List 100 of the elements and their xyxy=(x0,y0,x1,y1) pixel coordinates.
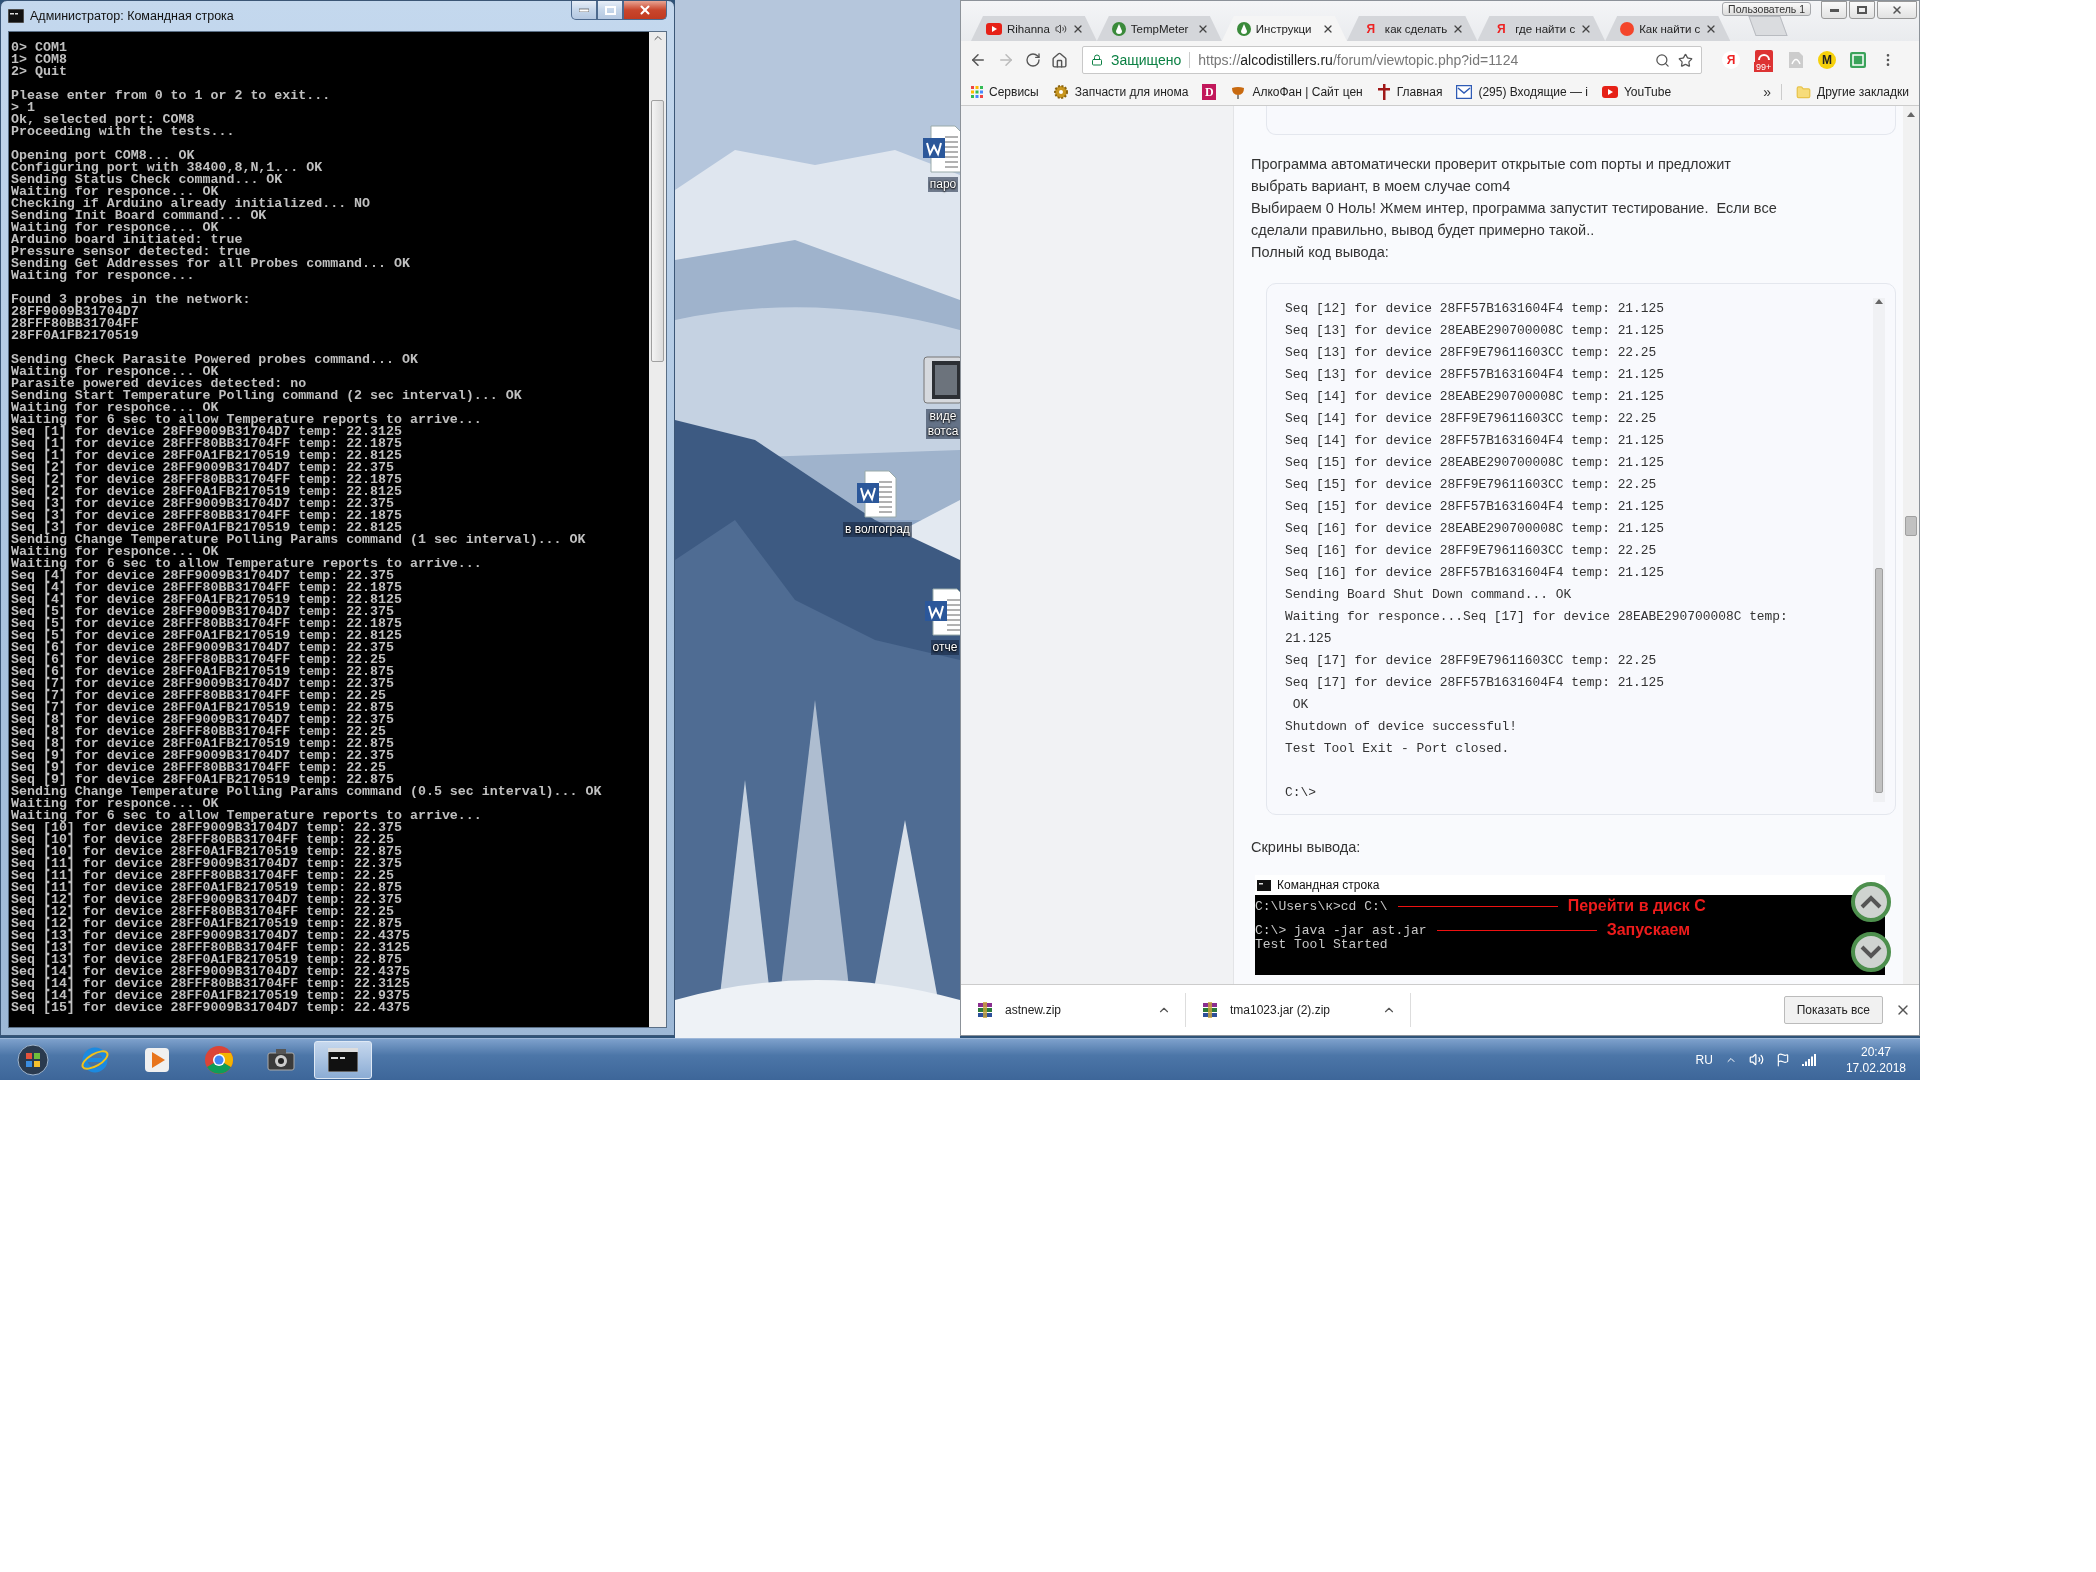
play-icon xyxy=(143,1045,171,1074)
document-icon[interactable] xyxy=(923,125,960,173)
extension-button[interactable]: M xyxy=(1818,51,1836,69)
scrollbar[interactable] xyxy=(1873,298,1885,802)
star-icon[interactable] xyxy=(1678,52,1693,68)
clock[interactable]: 20:47 17.02.2018 xyxy=(1845,1043,1906,1076)
browser-tab[interactable]: TempMeter xyxy=(1096,16,1222,41)
code-line: Seq [15] for device 28FF57B1631604F4 temp: 21.125 xyxy=(1285,498,1665,516)
tab-title: Как найти с xyxy=(1639,22,1701,35)
address-field[interactable]: Защищено https://alcodistillers.ru/forum/viewtopic.php?id=1124 xyxy=(1082,46,1702,74)
console-line: Seq [14] for device 28FF0A1FB2170519 temp: 22.9375 xyxy=(11,990,410,1002)
window-title: Администратор: Командная строка xyxy=(30,9,234,23)
console-line: Proceeding with the tests... xyxy=(11,126,235,138)
signal-icon[interactable] xyxy=(1801,1053,1816,1066)
tab-title: где найти с xyxy=(1515,22,1576,35)
profile-button[interactable]: Пользователь 1 xyxy=(1722,2,1811,16)
code-line: C:\> xyxy=(1285,784,1316,802)
bookmark[interactable]: Другие закладки xyxy=(1817,85,1909,99)
console-line: Seq [12] for device 28FF0A1FB2170519 temp: 22.875 xyxy=(11,918,402,930)
reload-icon[interactable] xyxy=(1025,52,1041,68)
code-line: Seq [15] for device 28EABE290700008C temp: 21.125 xyxy=(1285,454,1665,472)
language-indicator[interactable]: RU xyxy=(1695,1052,1713,1067)
minimize-button[interactable] xyxy=(571,1,597,20)
console-line: C:\> java -jar ast.jar xyxy=(1255,922,1427,938)
console-line: Sending Change Temperature Polling Params command (0.5 sec interval)... OK xyxy=(11,786,602,798)
console-line: Seq [13] for device 28FF0A1FB2170519 temp: 22.875 xyxy=(11,954,402,966)
bookmark[interactable]: АлкоФан | Сайт цен xyxy=(1252,85,1363,99)
document-icon[interactable] xyxy=(925,588,960,636)
annotation: Перейти в диск С xyxy=(1567,897,1706,915)
console-line: > 1 xyxy=(11,102,35,114)
drop-logo-icon xyxy=(1236,21,1251,36)
home-icon[interactable] xyxy=(1051,51,1068,69)
console-line: Seq [10] for device 28FF0A1FB2170519 temp: 22.875 xyxy=(11,846,402,858)
download-item[interactable]: astnew.zip xyxy=(961,993,1186,1027)
bookmark[interactable]: Главная xyxy=(1396,85,1443,99)
console-line: Seq [9] for device 28FFF80BB31704FF temp: 22.25 xyxy=(11,762,387,774)
code-line: Waiting for responce...Seq [17] for device 28EABE290700008C temp: xyxy=(1285,608,1788,626)
close-icon xyxy=(1891,4,1903,16)
code-line: Seq [13] for device 28FF57B1631604F4 temp: 21.125 xyxy=(1285,366,1665,384)
browser-tab[interactable]: Как найти с xyxy=(1605,16,1731,41)
minimize-icon xyxy=(579,8,589,12)
console-line: Seq [14] for device 28FF9009B31704D7 temp: 22.4375 xyxy=(11,966,410,978)
document-icon[interactable] xyxy=(857,470,898,518)
browser-tab[interactable]: Rihanna xyxy=(971,16,1097,41)
scroll-thumb[interactable] xyxy=(1875,568,1883,793)
code-line: OK xyxy=(1291,696,1309,714)
console-line: Seq [3] for device 28FF0A1FB2170519 temp: 22.8125 xyxy=(11,522,402,534)
scrollbar[interactable] xyxy=(1903,106,1919,984)
arrow-up-icon[interactable] xyxy=(1875,298,1883,304)
close-button[interactable] xyxy=(623,1,667,20)
browser-tab[interactable]: Инструкци xyxy=(1221,16,1347,41)
security-label: Защищено xyxy=(1111,52,1191,68)
speaker-icon[interactable] xyxy=(1748,1052,1764,1067)
bookmark[interactable]: YouTube xyxy=(1623,85,1672,99)
console-line: 28FFF80BB31704FF xyxy=(11,318,139,330)
browser-tab[interactable]: Я как сделать xyxy=(1346,16,1478,41)
bookmark[interactable]: Запчасти для инома xyxy=(1074,85,1189,99)
maximize-button[interactable] xyxy=(1849,1,1875,19)
arrow-up-icon[interactable] xyxy=(1907,111,1915,117)
zoom-icon[interactable] xyxy=(1655,52,1670,68)
extension-button[interactable]: Я xyxy=(1722,51,1740,69)
terminal-icon xyxy=(328,1047,358,1072)
console-line: Seq [8] for device 28FF0A1FB2170519 temp: 22.875 xyxy=(11,738,394,750)
console-line: Waiting for 6 sec to allow Temperature reports to arrive... xyxy=(11,558,482,570)
scroll-thumb[interactable] xyxy=(651,100,664,362)
console-line: Seq [5] for device 28FF0A1FB2170519 temp: 22.8125 xyxy=(11,630,402,642)
icon-label: в волгоград xyxy=(843,522,912,537)
taskbar-button[interactable] xyxy=(314,1040,372,1079)
maximize-icon xyxy=(604,5,616,15)
speaker-icon[interactable] xyxy=(1054,22,1067,35)
console-line: Seq [8] for device 28FF9009B31704D7 temp: 22.375 xyxy=(11,714,394,726)
chevron-down-icon xyxy=(1860,945,1882,959)
play-logo-icon xyxy=(986,22,1002,35)
console-line: Please enter from 0 to 1 or 2 to exit... xyxy=(11,90,331,102)
code-line: Seq [12] for device 28FF57B1631604F4 temp: 21.125 xyxy=(1285,300,1665,318)
show-all-button[interactable]: Показать все xyxy=(1783,996,1883,1024)
scrollbar[interactable] xyxy=(649,32,666,1027)
video-icon[interactable] xyxy=(922,355,960,405)
overflow-chevron[interactable]: » xyxy=(1763,84,1783,100)
console-line: Seq [4] for device 28FF0A1FB2170519 temp: 22.8125 xyxy=(11,594,402,606)
flag-icon[interactable] xyxy=(1775,1052,1790,1067)
folder-icon xyxy=(1796,84,1812,100)
console-line: Seq [7] for device 28FF9009B31704D7 temp: 22.375 xyxy=(11,678,394,690)
code-line: Shutdown of device successful! xyxy=(1285,718,1518,736)
bookmark[interactable]: D xyxy=(1202,84,1217,100)
browser-tab[interactable]: Я где найти с xyxy=(1477,16,1606,41)
bookmark[interactable]: Сервисы xyxy=(989,85,1039,99)
console-line: Seq [5] for device 28FFF80BB31704FF temp: 22.1875 xyxy=(11,618,402,630)
maximize-button[interactable] xyxy=(597,1,623,20)
download-item[interactable]: tma1023.jar (2).zip xyxy=(1186,993,1411,1027)
chevron-up-icon xyxy=(1860,895,1882,909)
bookmark[interactable]: (295) Входящие — i xyxy=(1478,85,1588,99)
drop-logo-icon xyxy=(1111,21,1126,36)
back-icon[interactable] xyxy=(969,51,987,69)
scroll-thumb[interactable] xyxy=(1905,516,1917,536)
apps-icon xyxy=(971,86,983,98)
console-line: Ok, selected port: COM8 xyxy=(11,114,195,126)
minimize-button[interactable] xyxy=(1821,1,1847,19)
window-title: Командная строка xyxy=(1277,878,1380,892)
console-line: 1> COM8 xyxy=(11,54,67,66)
